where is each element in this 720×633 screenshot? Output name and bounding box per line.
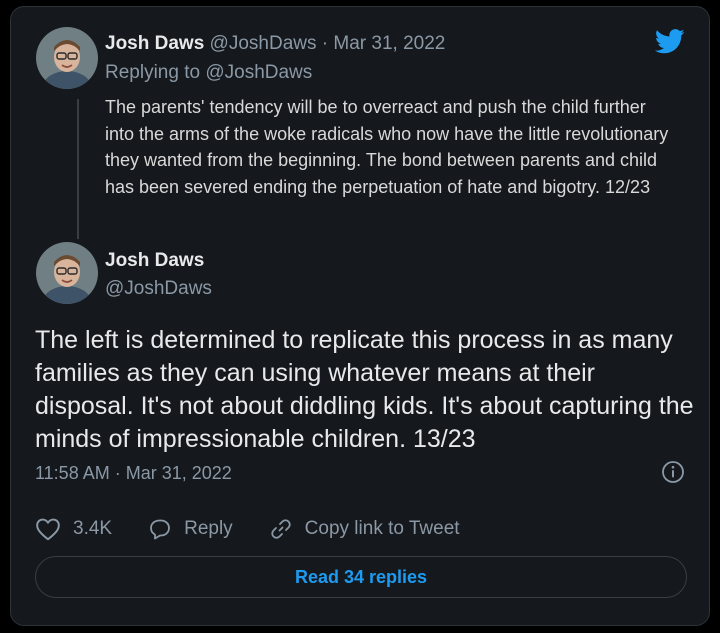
tweet-embed-card: Josh Daws @JoshDaws · Mar 31, 2022 Reply… [10, 6, 710, 626]
reply-tweet-text: The parents' tendency will be to overrea… [105, 97, 669, 197]
replying-prefix: Replying to [105, 62, 201, 83]
link-icon [271, 519, 291, 539]
copy-link-button[interactable]: Copy link to Tweet [269, 517, 460, 541]
info-icon[interactable] [661, 460, 685, 489]
replying-handle[interactable]: @JoshDaws [205, 62, 312, 83]
author-name[interactable]: Josh Daws [105, 33, 204, 54]
read-replies-button[interactable]: Read 34 replies [35, 556, 687, 598]
avatar[interactable] [36, 242, 98, 304]
tweet-actions-bar: 3.4K Reply Copy link to Tweet [35, 512, 496, 546]
reply-button[interactable]: Reply [148, 517, 233, 541]
reply-label: Reply [184, 518, 233, 539]
author-handle[interactable]: @JoshDaws [105, 278, 212, 300]
main-tweet-text: The left is determined to replicate this… [35, 326, 694, 453]
copy-link-label: Copy link to Tweet [304, 518, 460, 539]
like-button[interactable]: 3.4K [35, 517, 112, 541]
author-handle[interactable]: @JoshDaws [210, 33, 317, 54]
replying-to-line: Replying to @JoshDaws [105, 62, 312, 84]
tweet-timestamp[interactable]: 11:58 AM · Mar 31, 2022 [35, 463, 232, 484]
tweet-date[interactable]: Mar 31, 2022 [333, 33, 445, 54]
author-name[interactable]: Josh Daws [105, 250, 204, 272]
thread-connector-line [77, 99, 79, 239]
heart-icon [36, 518, 60, 541]
speech-bubble-icon [150, 519, 170, 540]
like-count: 3.4K [73, 518, 113, 539]
separator-dot: · [321, 33, 329, 54]
reply-tweet-header: Josh Daws @JoshDaws · Mar 31, 2022 [105, 33, 445, 55]
twitter-bird-icon[interactable] [654, 29, 685, 59]
avatar[interactable] [36, 27, 98, 89]
